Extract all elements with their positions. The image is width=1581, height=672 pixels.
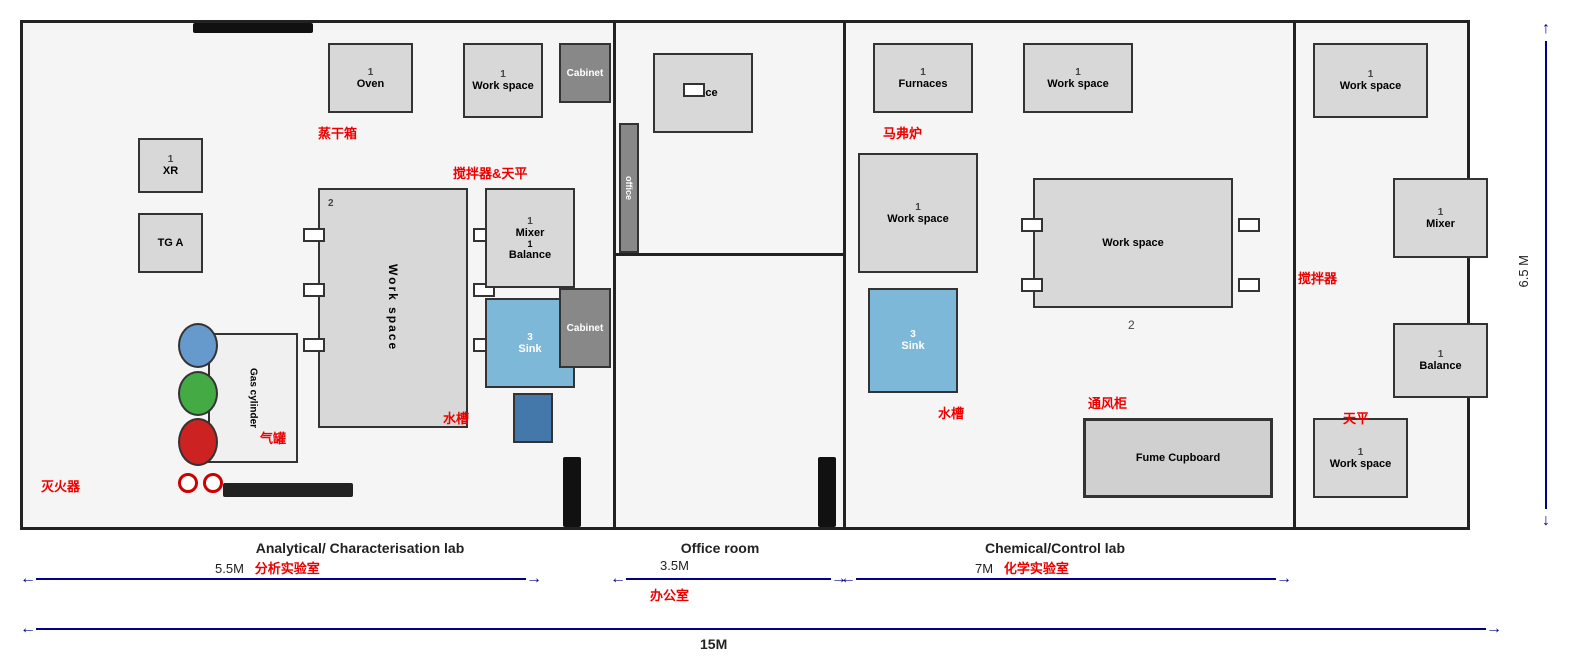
dim-office-value: 3.5M	[660, 558, 689, 573]
floor-plan: 1 XR TG A 1 Oven 1 Work space Cabinet 2 …	[20, 20, 1470, 530]
dim-height: ↑ ↓	[1531, 20, 1561, 530]
window-w2-left-2	[303, 283, 325, 297]
furnaces-box: 1 Furnaces	[873, 43, 973, 113]
door-bar-bottom-1	[563, 457, 581, 527]
floor-plan-container: 1 XR TG A 1 Oven 1 Work space Cabinet 2 …	[0, 0, 1581, 672]
office-side-box: office	[619, 123, 639, 253]
gas-circle-green	[178, 371, 218, 416]
wchem-window-1	[1021, 218, 1043, 232]
workspace-chem-large: Work space	[1033, 178, 1233, 308]
door-bar-top	[193, 23, 313, 33]
window-w2-left-3	[303, 338, 325, 352]
analytical-lab-label: Analytical/ Characterisation lab	[110, 540, 610, 558]
extinguisher-bar	[223, 483, 353, 497]
office-divider-h	[616, 253, 843, 256]
door-bar-bottom-2	[818, 457, 836, 527]
sink-bottom-box	[513, 393, 553, 443]
tg-box: TG A	[138, 213, 203, 273]
label-ext-cn: 灭火器	[41, 476, 80, 496]
fume-cupboard: Fume Cupboard	[1083, 418, 1273, 498]
workspace-chem-bottom: 1 Work space	[1313, 418, 1408, 498]
mixer-chem-box: 1 Mixer	[1393, 178, 1488, 258]
extinguisher-circle-1	[178, 473, 198, 493]
office-window-1	[683, 83, 705, 97]
workspace-chem-1: 1 Work space	[1023, 43, 1133, 113]
label-furnace-cn: 马弗炉	[883, 123, 922, 143]
dim-office-cn: 办公室	[650, 585, 689, 604]
workspace-chem-center: 1 Work space	[858, 153, 978, 273]
label-mixer-balance-cn: 搅拌器&天平	[453, 163, 527, 183]
wchem-window-2	[1238, 218, 1260, 232]
balance-chem-box: 1 Balance	[1393, 323, 1488, 398]
office-room-label: Office room	[610, 540, 830, 558]
window-w2-left-1	[303, 228, 325, 242]
dim-analytical-value: 5.5M 分析实验室	[215, 558, 320, 577]
workspace-num-2: 2	[1128, 318, 1135, 332]
cabinet-top: Cabinet	[559, 43, 611, 103]
dim-chemical-value: 7M 化学实验室	[975, 558, 1069, 577]
gas-circle-blue	[178, 323, 218, 368]
extinguisher-circle-2	[203, 473, 223, 493]
label-mixer-cn: 搅拌器	[1298, 268, 1337, 288]
dim-total: ← →	[20, 620, 1502, 638]
label-balance-cn: 天平	[1343, 408, 1369, 428]
dim-height-value: 6.5 M	[1516, 255, 1531, 288]
workspace-chem-2: 1 Work space	[1313, 43, 1428, 118]
oven-box: 1 Oven	[328, 43, 413, 113]
extinguisher-area	[178, 473, 223, 493]
workspace-1-analytical: 1 Work space	[463, 43, 543, 118]
divider-analytical-office	[613, 23, 616, 527]
gas-circle-red	[178, 418, 218, 466]
divider-office-chemical	[843, 23, 846, 527]
chemical-lab-label: Chemical/Control lab	[840, 540, 1270, 558]
label-oven-cn: 蒸干箱	[318, 123, 357, 143]
wchem-window-4	[1238, 278, 1260, 292]
sink-chemical: 3 Sink	[868, 288, 958, 393]
workspace-2-analytical: 2 Work space	[318, 188, 468, 428]
label-fume-cn: 通风柜	[1088, 393, 1127, 413]
label-gas-cn: 气罐	[260, 428, 286, 448]
mixer-balance-box: 1 Mixer 1 Balance	[485, 188, 575, 288]
dim-office: ← →	[610, 570, 847, 588]
dim-total-value: 15M	[700, 636, 727, 652]
wchem-window-3	[1021, 278, 1043, 292]
divider-chemical-right	[1293, 23, 1296, 527]
label-sink1-cn: 水槽	[443, 408, 469, 428]
cabinet-middle: Cabinet	[559, 288, 611, 368]
label-sink2-cn: 水槽	[938, 403, 964, 423]
xr-box: 1 XR	[138, 138, 203, 193]
